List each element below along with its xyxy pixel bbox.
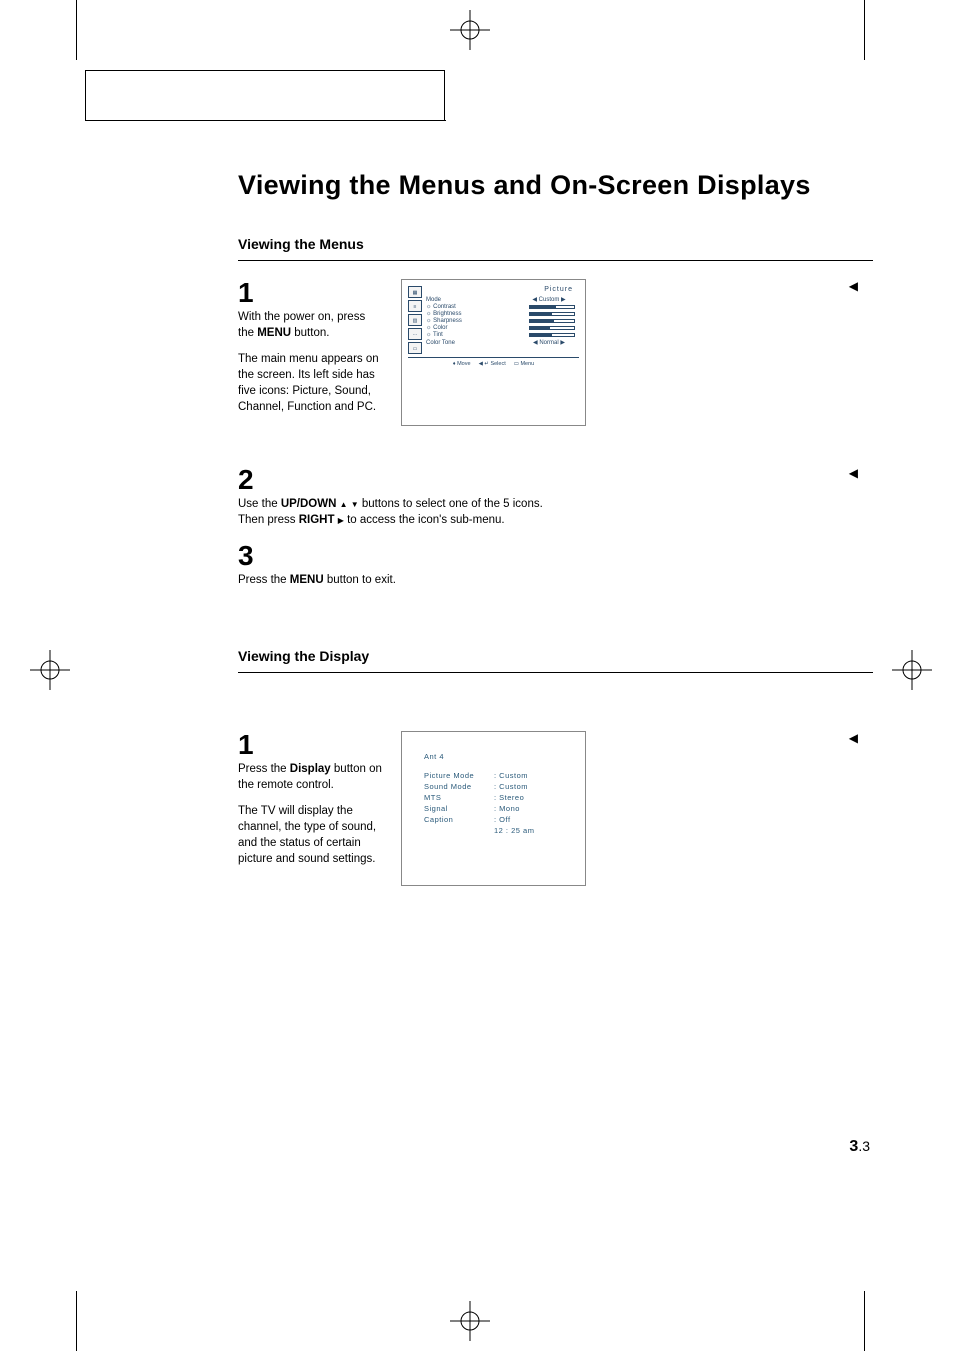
margin-arrow-icon: ◀: [849, 279, 858, 293]
channel-icon: ▥: [408, 314, 422, 326]
osd2-header: Ant 4: [424, 752, 563, 761]
step2-block: ◀ 2 Use the UP/DOWN buttons to select on…: [238, 466, 658, 528]
osd2-row: Picture Mode: Custom: [424, 771, 563, 780]
osd-title: Picture: [426, 286, 579, 293]
crop-mark: [76, 0, 77, 60]
osd2-row: 12 : 25 am: [424, 826, 563, 835]
page-content: Viewing the Menus and On-Screen Displays…: [85, 70, 870, 926]
section-heading-display: Viewing the Display: [238, 648, 870, 664]
page-title: Viewing the Menus and On-Screen Displays: [238, 170, 870, 201]
divider: [238, 260, 873, 261]
crop-mark: [76, 1291, 77, 1351]
step1-text: 1 With the power on, press the MENU butt…: [238, 279, 383, 426]
right-arrow-icon: [338, 514, 344, 526]
crop-mark: [864, 1291, 865, 1351]
section-heading-menus: Viewing the Menus: [238, 236, 870, 252]
registration-mark: [450, 10, 490, 50]
display-step1-block: ◀ 1 Press the Display button on the remo…: [238, 731, 658, 886]
function-icon: ···: [408, 328, 422, 340]
crop-mark: [864, 0, 865, 60]
step1-block: ◀ 1 With the power on, press the MENU bu…: [238, 279, 658, 426]
osd-icon-strip: ▦ ≡ ▥ ··· ▭: [408, 286, 422, 354]
osd2-row: Caption: Off: [424, 815, 563, 824]
step-number: 3: [238, 542, 558, 570]
sound-icon: ≡: [408, 300, 422, 312]
margin-arrow-icon: ◀: [849, 466, 858, 480]
osd-display-info: Ant 4 Picture Mode: Custom Sound Mode: Cu…: [401, 731, 586, 886]
osd-picture-menu: ▦ ≡ ▥ ··· ▭ Picture Mode◀ Custom ▶ ☼ Con…: [401, 279, 586, 426]
down-arrow-icon: [351, 498, 359, 510]
step-number: 1: [238, 279, 383, 307]
display-step1-text: 1 Press the Display button on the remote…: [238, 731, 383, 886]
osd-footer: ♦ Move ◀ ↵ Select ▭ Menu: [408, 357, 579, 367]
osd2-row: Sound Mode: Custom: [424, 782, 563, 791]
registration-mark: [892, 650, 932, 690]
picture-icon: ▦: [408, 286, 422, 298]
step-number: 2: [238, 466, 558, 494]
step-number: 1: [238, 731, 383, 759]
page-number: 3.3: [849, 1138, 870, 1156]
margin-arrow-icon: ◀: [849, 731, 858, 745]
up-arrow-icon: [340, 498, 348, 510]
osd2-row: MTS: Stereo: [424, 793, 563, 802]
registration-mark: [30, 650, 70, 690]
step3-block: 3 Press the MENU button to exit.: [238, 542, 658, 588]
pc-icon: ▭: [408, 342, 422, 354]
osd2-row: Signal: Mono: [424, 804, 563, 813]
divider: [238, 672, 873, 673]
header-box: [85, 70, 445, 120]
registration-mark: [450, 1301, 490, 1341]
